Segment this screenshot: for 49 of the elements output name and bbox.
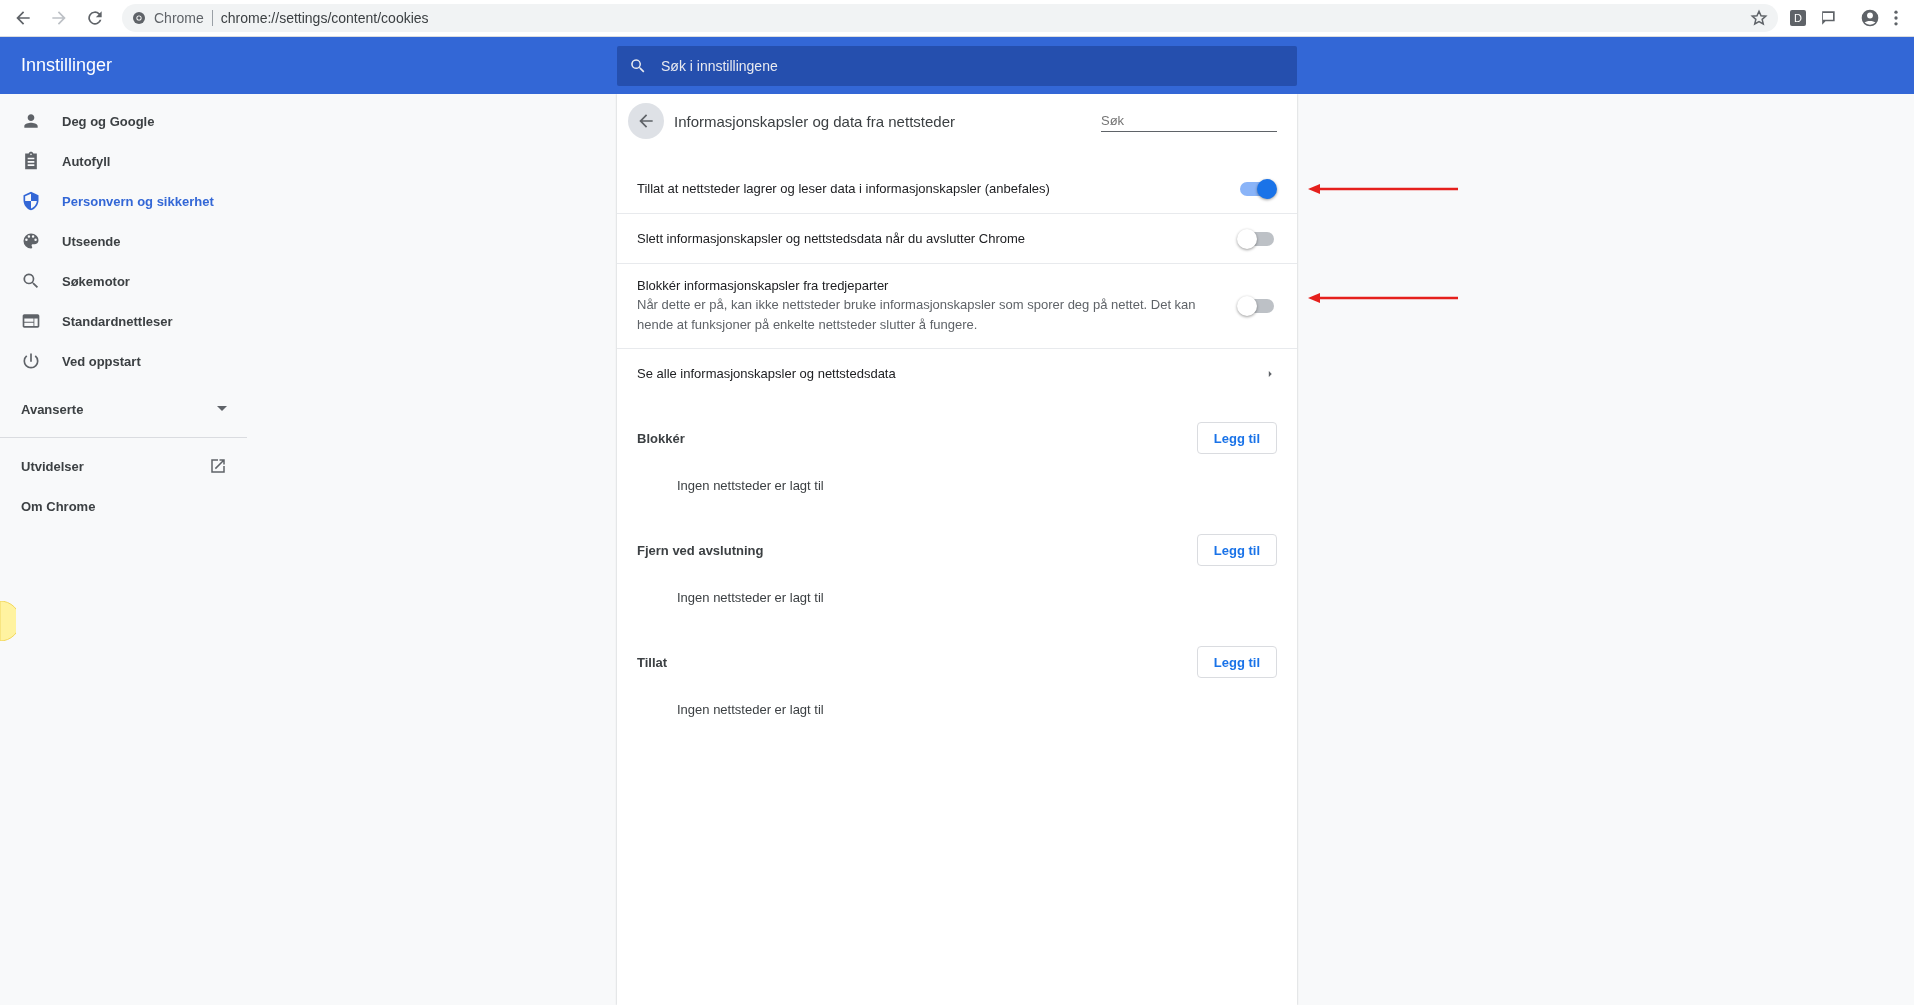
- reload-icon: [85, 8, 105, 28]
- sidebar-item[interactable]: Autofyll: [0, 141, 247, 181]
- toggle-switch[interactable]: [1240, 181, 1274, 196]
- setting-description: Når dette er på, kan ikke nettsteder bruke informasjonskapsler som sporer deg på nettet. Det kan hende at funksjoner på enkelte nettsteder slutter å fungere.: [637, 295, 1197, 334]
- settings-title: Innstillinger: [20, 55, 114, 76]
- sidebar-item[interactable]: Personvern og sikkerhet: [0, 181, 247, 221]
- advanced-toggle[interactable]: Avanserte: [0, 389, 247, 429]
- sidebar-link[interactable]: Utvidelser: [0, 446, 247, 486]
- search-icon: [629, 56, 647, 75]
- sidebar-item[interactable]: Standardnettleser: [0, 301, 247, 341]
- empty-message: Ingen nettsteder er lagt til: [677, 702, 824, 717]
- add-button[interactable]: Legg til: [1196, 422, 1277, 454]
- setting-label: Tillat at nettsteder lagrer og leser data i informasjonskapsler (anbefales): [637, 181, 1051, 196]
- sidebar-item-icon: [21, 231, 41, 251]
- settings-search-field[interactable]: Søk i innstillingene: [617, 45, 1297, 86]
- caret-icon: [217, 406, 227, 412]
- toggle-switch[interactable]: [1240, 231, 1274, 246]
- toggle-switch[interactable]: [1240, 299, 1274, 313]
- add-button[interactable]: Legg til: [1196, 534, 1277, 566]
- profile-icon[interactable]: [1860, 8, 1880, 28]
- site-label: Chrome: [154, 10, 213, 26]
- sidebar-item[interactable]: Ved oppstart: [0, 341, 247, 381]
- sidebar-item[interactable]: Utseende: [0, 221, 247, 261]
- section-title: Blokkér: [637, 430, 685, 446]
- sidebar-item-icon: [21, 311, 41, 331]
- section-title: Fjern ved avslutning: [637, 542, 764, 558]
- cursor-highlight: [0, 601, 16, 641]
- sidebar-item-icon: [21, 191, 41, 211]
- section-title: Tillat: [637, 654, 668, 670]
- setting-link[interactable]: Se alle informasjonskapsler og nettstedsdata: [617, 348, 1297, 398]
- back-arrow-button[interactable]: [628, 103, 664, 139]
- empty-message: Ingen nettsteder er lagt til: [677, 478, 824, 493]
- url-text: chrome://settings/content/cookies: [220, 10, 429, 26]
- empty-message: Ingen nettsteder er lagt til: [677, 590, 824, 605]
- address-bar[interactable]: Chrome chrome://settings/content/cookies: [122, 4, 1778, 32]
- sidebar-item-icon: [21, 351, 41, 371]
- extension-icon[interactable]: D: [1790, 10, 1806, 26]
- sidebar-link[interactable]: Om Chrome: [0, 486, 247, 526]
- page-title: Informasjonskapsler og data fra nettsteder: [674, 112, 956, 130]
- add-button[interactable]: Legg til: [1196, 646, 1277, 678]
- external-link-icon: [209, 457, 227, 475]
- setting-label: Blokkér informasjonskapsler fra tredjeparter: [637, 277, 890, 293]
- chrome-icon: [132, 11, 146, 25]
- sidebar-item[interactable]: Deg og Google: [0, 101, 247, 141]
- sidebar-item[interactable]: Søkemotor: [0, 261, 247, 301]
- sidebar-item-icon: [21, 271, 41, 291]
- star-icon[interactable]: [1750, 9, 1768, 27]
- setting-label: Slett informasjonskapsler og nettstedsdata når du avslutter Chrome: [637, 231, 1027, 246]
- search-field[interactable]: Søk: [1101, 110, 1277, 132]
